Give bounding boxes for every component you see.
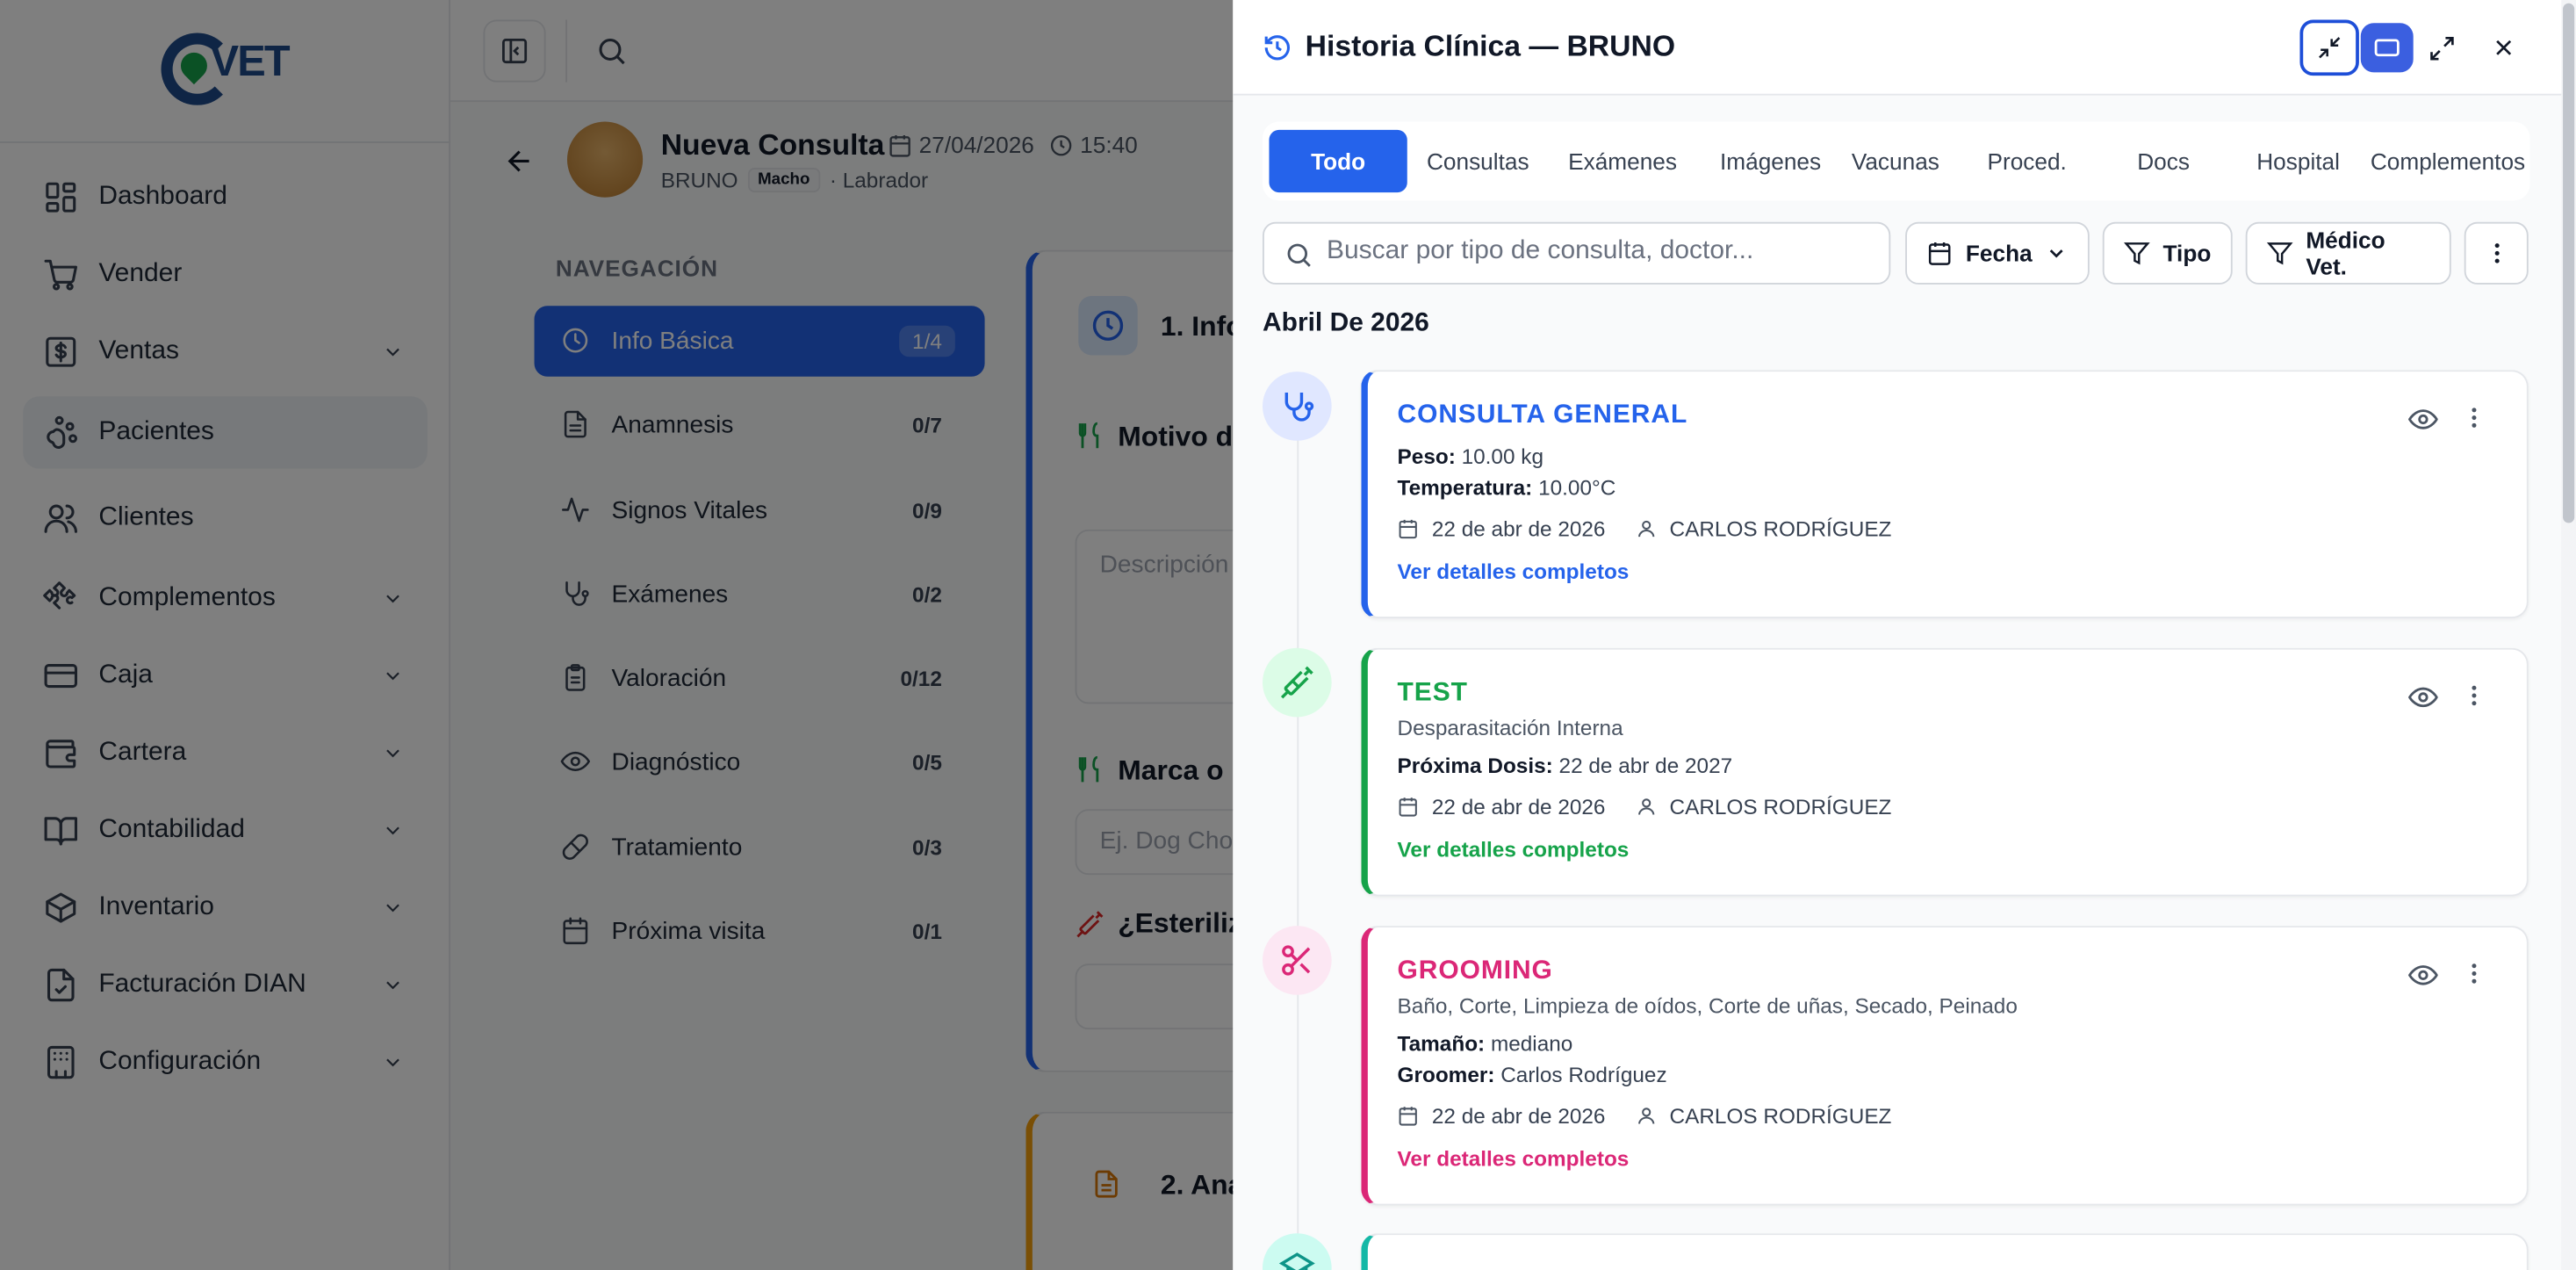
minimize-icon: [2319, 37, 2341, 59]
details-link[interactable]: Ver detalles completos: [1398, 559, 1630, 584]
filter-icon: [2124, 242, 2150, 265]
search-icon: [1287, 243, 1311, 267]
scrollbar[interactable]: [2561, 0, 2576, 1270]
modal-backdrop[interactable]: [0, 0, 1234, 1270]
tab-hospital[interactable]: Hospital: [2239, 130, 2357, 192]
card-meta: 22 de abr de 2026 CARLOS RODRÍGUEZ: [1398, 516, 1891, 541]
eye-icon: [2408, 409, 2438, 429]
card-title: GROOMING: [1397, 956, 1553, 985]
card-detail: Groomer: Carlos Rodríguez: [1397, 1062, 1667, 1087]
medico-filter-button[interactable]: Médico Vet.: [2245, 221, 2451, 285]
history-card: CONSULTA GENERAL Peso: 10.00 kg Temperat…: [1361, 370, 2529, 619]
panel-mode-button[interactable]: [2360, 23, 2414, 73]
card-detail: Tamaño: mediano: [1397, 1030, 1573, 1057]
tab-ex-menes[interactable]: Exámenes: [1549, 130, 1697, 192]
search-input[interactable]: [1327, 236, 1869, 267]
rectangle-icon: [2374, 39, 2400, 57]
card-menu-button[interactable]: [2461, 682, 2487, 709]
timeline-dot-education: [1263, 1233, 1332, 1270]
history-icon: [1264, 35, 1291, 61]
scissors-icon: [1282, 945, 1311, 976]
syringe-icon: [1280, 666, 1313, 699]
more-vertical-icon: [2472, 963, 2477, 984]
view-button[interactable]: [2408, 405, 2438, 435]
card-subtitle: Desparasitación Interna: [1397, 715, 1623, 740]
eye-icon: [2408, 687, 2438, 708]
history-card: GROOMING Baño, Corte, Limpieza de oídos,…: [1361, 926, 2529, 1206]
details-link[interactable]: Ver detalles completos: [1398, 1146, 1630, 1171]
view-button[interactable]: [2408, 682, 2438, 712]
timeline-dot-consulta: [1263, 372, 1332, 441]
card-meta: 22 de abr de 2026 CARLOS RODRÍGUEZ: [1398, 1103, 1891, 1128]
calendar-icon: [1399, 1107, 1417, 1126]
tipo-filter-button[interactable]: Tipo: [2102, 221, 2233, 285]
card-detail: Temperatura: 10.00°C: [1397, 475, 1616, 501]
filter-icon: [2267, 242, 2293, 265]
history-card: TEST Desparasitación Interna Próxima Dos…: [1361, 647, 2529, 897]
eye-icon: [2408, 965, 2438, 985]
close-button[interactable]: [2478, 23, 2530, 72]
graduation-cap-icon: [1278, 1252, 1315, 1270]
stethoscope-icon: [1284, 393, 1314, 422]
timeline-dot-grooming: [1263, 926, 1332, 995]
tab-proced-[interactable]: Proced.: [1960, 130, 2095, 192]
tab-docs[interactable]: Docs: [2107, 130, 2219, 192]
tab-todo[interactable]: Todo: [1269, 129, 1407, 193]
historia-clinica-drawer: Historia Clínica — BRUNO Todo Consultas Ex…: [1233, 0, 2576, 1270]
card-title: TEST: [1397, 679, 1468, 708]
user-icon: [1637, 1108, 1654, 1124]
details-link[interactable]: Ver detalles completos: [1398, 837, 1630, 862]
tab-complementos[interactable]: Complementos: [2367, 130, 2528, 192]
card-detail: Peso: 10.00 kg: [1397, 444, 1544, 469]
minimize-button[interactable]: [2299, 19, 2359, 76]
history-card-partial: [1361, 1233, 2529, 1270]
history-search[interactable]: [1263, 221, 1891, 285]
card-subtitle: Baño, Corte, Limpieza de oídos, Corte de…: [1397, 992, 2018, 1019]
chevron-down-icon: [2050, 249, 2063, 258]
drawer-title: Historia Clínica — BRUNO: [1305, 29, 1676, 63]
filter-tabs: Todo Consultas Exámenes Imágenes Vacunas Proc…: [1263, 121, 2530, 201]
more-options-button[interactable]: [2464, 221, 2529, 285]
view-button[interactable]: [2408, 960, 2438, 990]
tab-consultas[interactable]: Consultas: [1417, 130, 1539, 192]
user-icon: [1637, 798, 1654, 815]
card-title: CONSULTA GENERAL: [1397, 400, 1688, 429]
calendar-icon: [1399, 797, 1417, 817]
more-vertical-icon: [2493, 243, 2499, 263]
user-icon: [1637, 520, 1654, 538]
calendar-icon: [1928, 242, 1951, 265]
tab-vacunas[interactable]: Vacunas: [1845, 130, 1946, 192]
card-menu-button[interactable]: [2461, 960, 2487, 986]
timeline-line: [1297, 434, 1299, 1270]
close-icon: [2496, 40, 2512, 55]
card-detail: Próxima Dosis: 22 de abr de 2027: [1397, 753, 1733, 778]
calendar-icon: [1399, 519, 1417, 539]
more-vertical-icon: [2472, 408, 2477, 428]
card-meta: 22 de abr de 2026 CARLOS RODRÍGUEZ: [1398, 794, 1891, 819]
tab-im-genes[interactable]: Imágenes: [1707, 130, 1835, 192]
maximize-button[interactable]: [2415, 23, 2468, 72]
card-menu-button[interactable]: [2461, 405, 2487, 431]
fecha-filter-button[interactable]: Fecha: [1905, 221, 2090, 285]
month-header: Abril De 2026: [1263, 309, 1429, 337]
scrollbar-thumb[interactable]: [2563, 3, 2575, 523]
maximize-icon: [2429, 36, 2453, 60]
timeline-dot-vacuna: [1263, 647, 1332, 718]
drawer-header: Historia Clínica — BRUNO: [1233, 0, 2576, 96]
more-vertical-icon: [2472, 685, 2477, 706]
